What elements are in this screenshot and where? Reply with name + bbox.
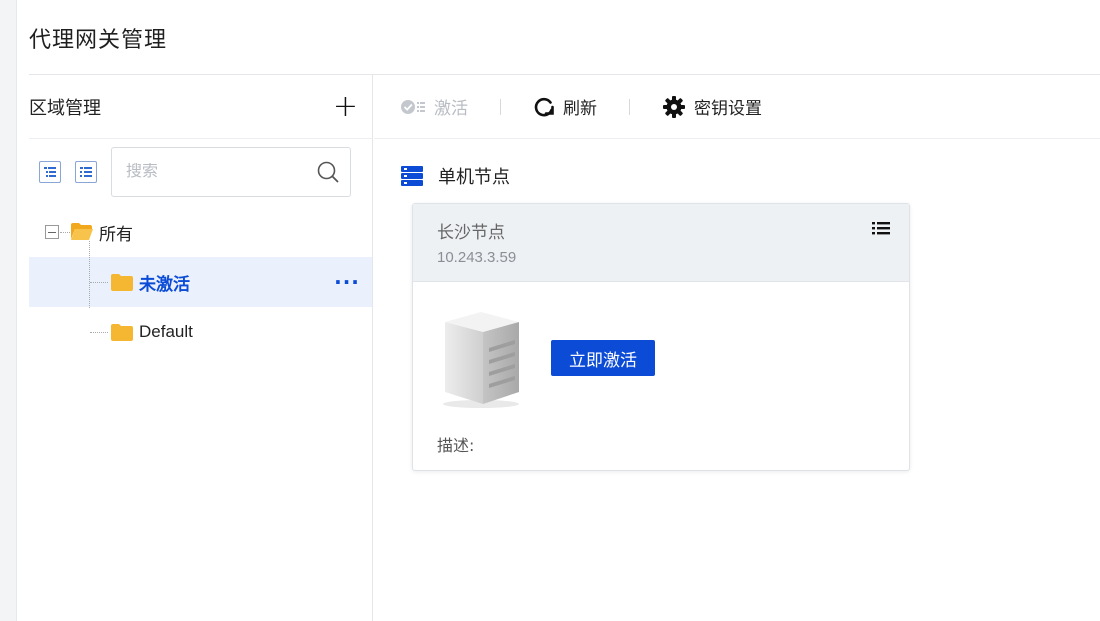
description-label: 描述:: [437, 436, 475, 455]
expand-tree-icon: [44, 167, 56, 177]
section-title: 单机节点: [438, 167, 510, 188]
add-region-icon[interactable]: +: [333, 91, 358, 122]
tree-node-inactive[interactable]: 未激活 ···: [29, 257, 372, 307]
search-row: [29, 139, 372, 197]
key-settings-button[interactable]: 密钥设置: [662, 94, 762, 119]
section-header: 单机节点: [400, 163, 1100, 189]
refresh-label: 刷新: [563, 99, 597, 119]
page-container: 代理网关管理 区域管理 + 搜索 所有 未激活 ··· Default 激活 刷…: [16, 0, 1100, 621]
page-title: 代理网关管理: [29, 28, 168, 53]
folder-icon: [111, 324, 133, 341]
tree-label-inactive: 未激活: [139, 274, 190, 295]
region-sidebar: 区域管理 + 搜索 所有 未激活 ··· Default: [29, 75, 373, 621]
collapse-all-button[interactable]: [75, 161, 97, 183]
check-circle-icon: [400, 98, 426, 116]
folder-open-icon: [71, 223, 93, 240]
search-input[interactable]: [126, 163, 296, 181]
refresh-icon: [533, 96, 555, 118]
tree-connector: [90, 332, 108, 333]
region-tree: 所有 未激活 ··· Default: [29, 207, 372, 357]
activate-label: 激活: [434, 99, 468, 119]
sidebar-header: 区域管理 +: [29, 75, 372, 139]
node-card-header: 长沙节点 10.243.3.59: [413, 204, 909, 282]
server-list-icon: [401, 166, 423, 186]
tree-connector: [60, 232, 70, 233]
tree-connector: [90, 282, 108, 283]
node-card: 长沙节点 10.243.3.59 立即激活 描述:: [412, 203, 910, 471]
toolbar-separator: [500, 98, 501, 115]
search-icon[interactable]: [316, 160, 340, 184]
expand-all-button[interactable]: [39, 161, 61, 183]
refresh-button[interactable]: 刷新: [533, 94, 597, 119]
activate-button[interactable]: 激活: [400, 94, 468, 119]
toolbar: 激活 刷新 密钥设置: [374, 75, 1100, 139]
tree-connector-vertical: [89, 241, 90, 308]
tree-node-root[interactable]: 所有: [29, 207, 372, 257]
tree-label-default: Default: [139, 322, 193, 341]
main-panel: 激活 刷新 密钥设置 单机节点 长沙节点 10.243.3.59 立即激活 描述…: [374, 75, 1100, 621]
gear-icon: [662, 95, 686, 119]
collapse-tree-icon: [80, 167, 92, 177]
toolbar-separator: [629, 98, 630, 115]
folder-icon: [111, 274, 133, 291]
server-image-icon: [443, 312, 519, 408]
sidebar-title: 区域管理: [29, 97, 101, 119]
node-ip: 10.243.3.59: [437, 249, 517, 266]
node-name: 长沙节点: [437, 223, 505, 243]
tree-label-root: 所有: [99, 224, 133, 245]
key-settings-label: 密钥设置: [694, 99, 762, 119]
list-menu-icon[interactable]: [871, 220, 891, 240]
tree-node-default[interactable]: Default: [29, 307, 372, 357]
more-options-icon[interactable]: ···: [322, 257, 372, 307]
search-box: [111, 147, 351, 197]
activate-now-button[interactable]: 立即激活: [551, 340, 655, 376]
collapse-node-icon[interactable]: [45, 225, 59, 239]
